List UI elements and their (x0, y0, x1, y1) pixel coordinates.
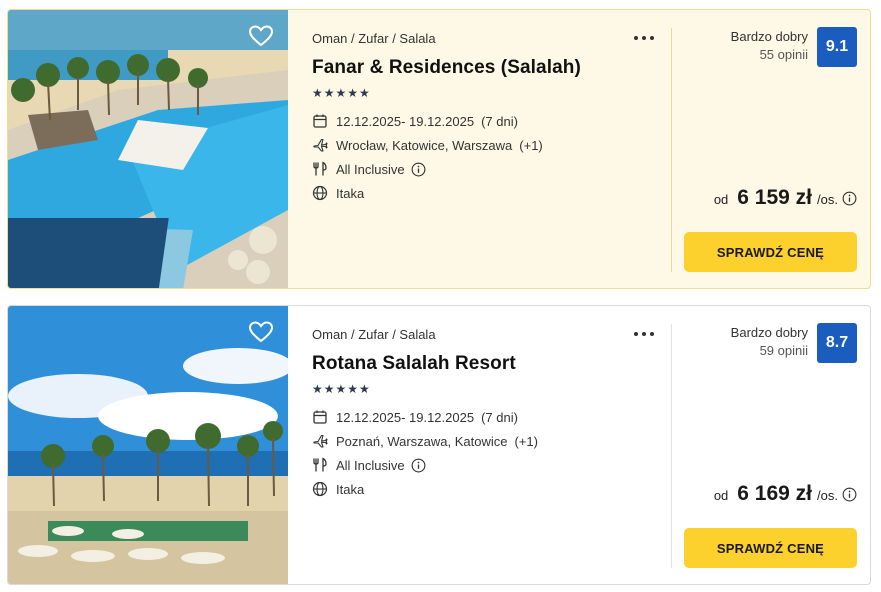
airports-text: Wrocław, Katowice, Warszawa (336, 137, 513, 153)
price-amount: 6 159 zł (737, 186, 813, 209)
airports-row: Poznań, Warszawa, Katowice (+1) (312, 429, 670, 453)
more-dots-icon[interactable] (633, 32, 655, 44)
price-per-label: /os. (817, 488, 838, 503)
check-price-button[interactable]: SPRAWDŹ CENĘ (684, 528, 857, 568)
dates-text: 12.12.2025- 19.12.2025 (336, 113, 475, 129)
operator-row: Itaka (312, 477, 670, 501)
rating-count[interactable]: 59 opinii (760, 343, 808, 359)
rating-label: Bardzo dobry (730, 29, 808, 44)
rating-count[interactable]: 55 opinii (760, 47, 808, 63)
globe-icon (312, 185, 328, 201)
price-per-label: /os. (817, 192, 838, 207)
price-from-label: od (713, 488, 729, 503)
dates-row: 12.12.2025- 19.12.2025 (7 dni) (312, 109, 670, 133)
plane-icon (313, 434, 328, 448)
info-icon[interactable] (842, 487, 857, 502)
price-amount: 6 169 zł (737, 482, 813, 505)
board-row: All Inclusive (312, 453, 670, 477)
dates-text: 12.12.2025- 19.12.2025 (336, 409, 475, 425)
offer-price-panel: Bardzo dobry 59 opinii 8.7 od 6 169 zł /… (670, 306, 870, 584)
info-icon[interactable] (411, 458, 426, 473)
hotel-name[interactable]: Fanar & Residences (Salalah) (312, 57, 670, 79)
board-row: All Inclusive (312, 157, 670, 181)
rating-badge: 9.1 (817, 27, 857, 67)
rating-label: Bardzo dobry (730, 325, 808, 340)
offer-details: Oman / Zufar / Salala Rotana Salalah Res… (288, 306, 672, 584)
globe-icon (312, 481, 328, 497)
operator-text: Itaka (336, 185, 365, 201)
offer-details: Oman / Zufar / Salala Fanar & Residences… (288, 10, 672, 288)
hotel-stars: ★★★★★ (312, 382, 371, 396)
airports-more-link[interactable]: (+1) (519, 138, 542, 153)
operator-row: Itaka (312, 181, 670, 205)
price-block: od 6 169 zł /os. (714, 482, 857, 506)
more-dots-icon[interactable] (633, 328, 655, 340)
calendar-icon (313, 410, 327, 424)
operator-text: Itaka (336, 481, 365, 497)
offer-card[interactable]: Oman / Zufar / Salala Fanar & Residences… (7, 9, 871, 289)
check-price-button[interactable]: SPRAWDŹ CENĘ (684, 232, 857, 272)
cutlery-icon (313, 457, 327, 472)
hotel-photo-image (8, 306, 288, 584)
heart-outline-icon[interactable] (248, 24, 274, 48)
hotel-photo[interactable] (8, 10, 288, 288)
dates-row: 12.12.2025- 19.12.2025 (7 dni) (312, 405, 670, 429)
location-breadcrumb[interactable]: Oman / Zufar / Salala (312, 30, 670, 48)
duration-text: (7 dni) (481, 113, 518, 129)
hotel-photo-image (8, 10, 288, 288)
price-from-label: od (713, 192, 729, 207)
price-block: od 6 159 zł /os. (714, 186, 857, 210)
offer-card[interactable]: Oman / Zufar / Salala Rotana Salalah Res… (7, 305, 871, 585)
plane-icon (313, 138, 328, 152)
offer-price-panel: Bardzo dobry 55 opinii 9.1 od 6 159 zł /… (670, 10, 870, 288)
heart-outline-icon[interactable] (248, 320, 274, 344)
hotel-photo[interactable] (8, 306, 288, 584)
rating-badge: 8.7 (817, 323, 857, 363)
duration-text: (7 dni) (481, 409, 518, 425)
cutlery-icon (313, 161, 327, 176)
info-icon[interactable] (411, 162, 426, 177)
location-breadcrumb[interactable]: Oman / Zufar / Salala (312, 326, 670, 344)
board-text: All Inclusive (336, 161, 405, 177)
hotel-name[interactable]: Rotana Salalah Resort (312, 353, 670, 375)
board-text: All Inclusive (336, 457, 405, 473)
hotel-stars: ★★★★★ (312, 86, 371, 100)
info-icon[interactable] (842, 191, 857, 206)
airports-more-link[interactable]: (+1) (514, 434, 537, 449)
calendar-icon (313, 114, 327, 128)
airports-text: Poznań, Warszawa, Katowice (336, 433, 508, 449)
airports-row: Wrocław, Katowice, Warszawa (+1) (312, 133, 670, 157)
